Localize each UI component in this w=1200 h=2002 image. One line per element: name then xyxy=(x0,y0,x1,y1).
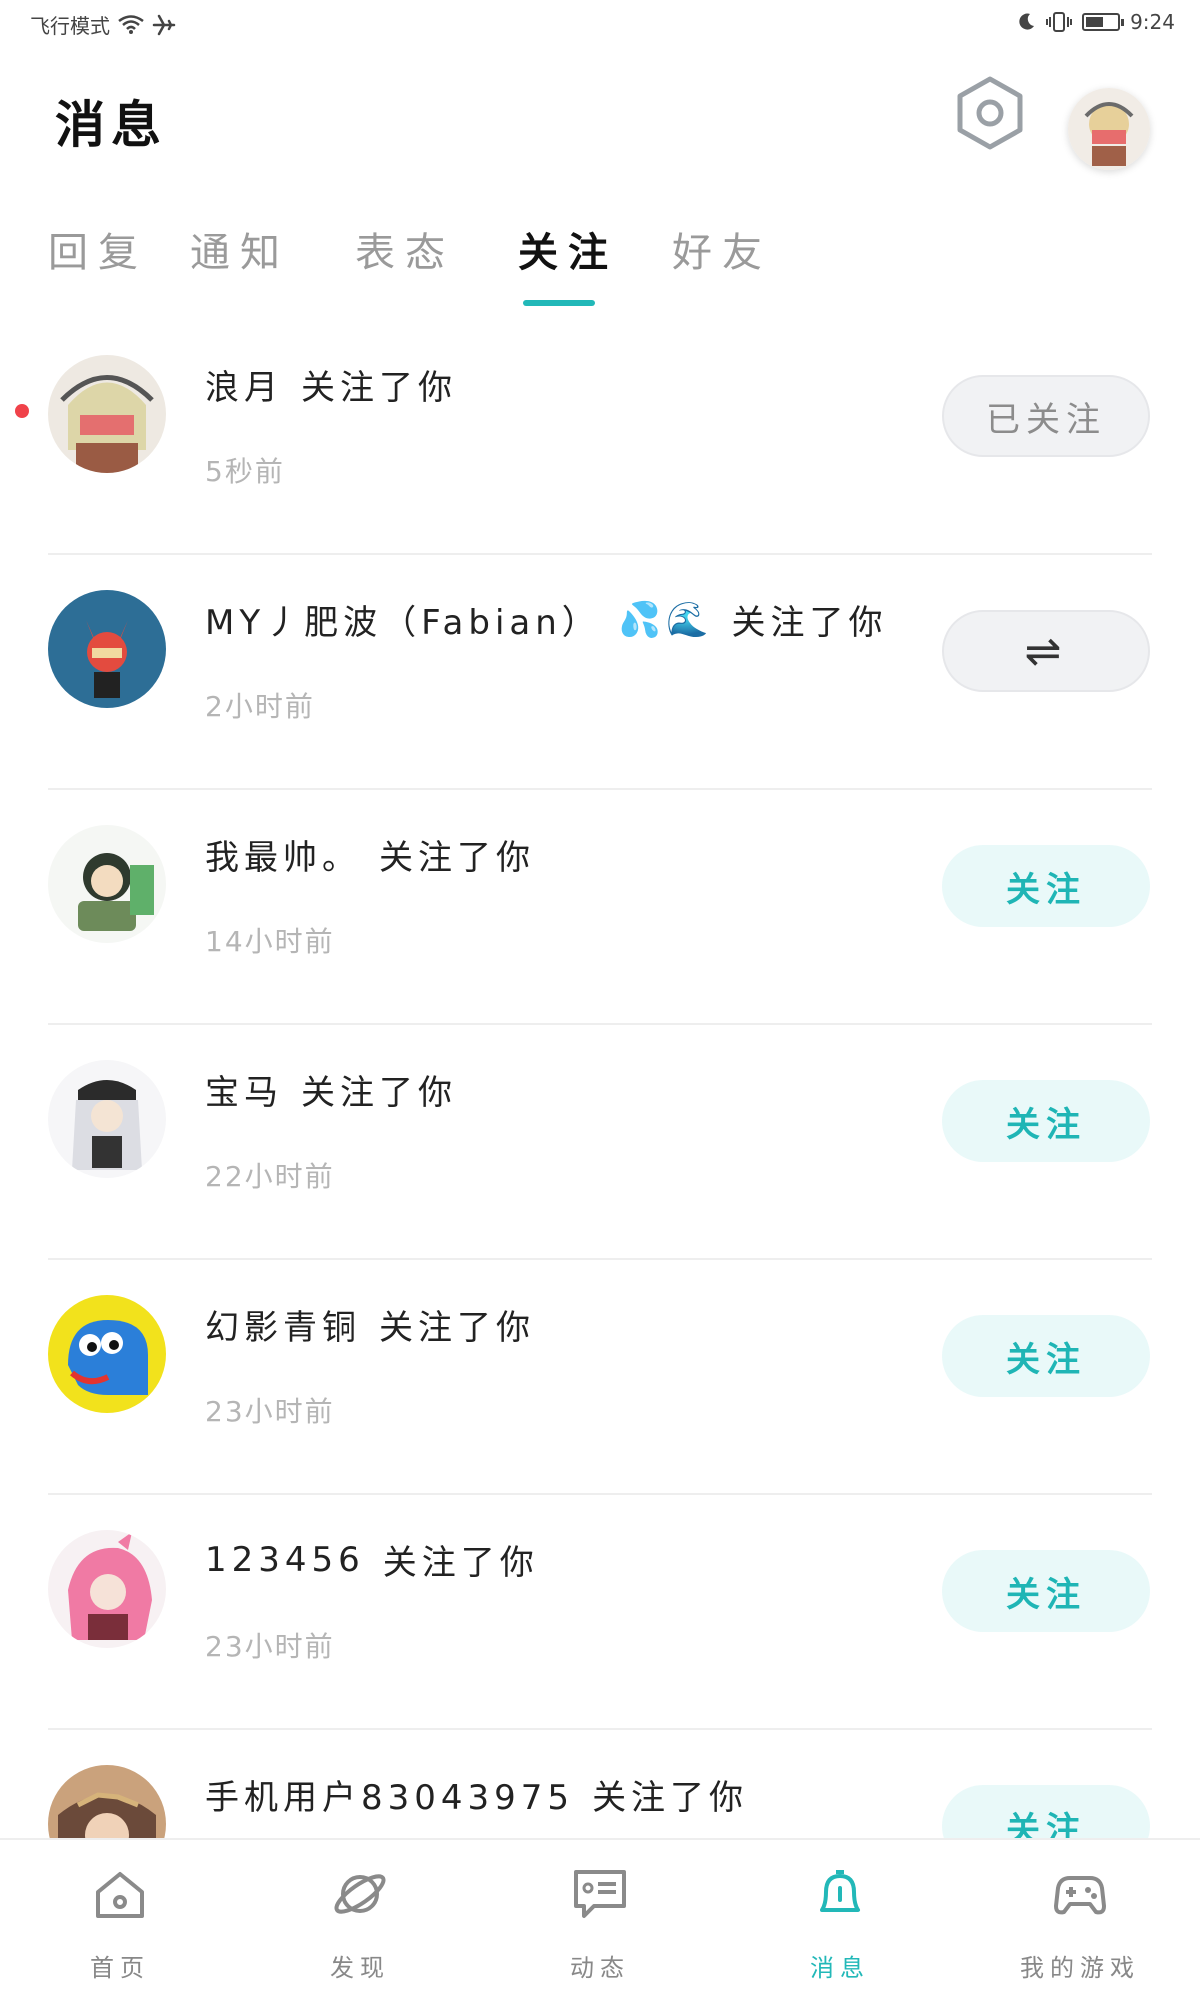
message-tabs: 回复 通知 表态 关注 好友 xyxy=(0,210,1200,310)
avatar[interactable] xyxy=(48,1530,166,1648)
vibrate-icon xyxy=(1046,12,1073,32)
bottom-nav: 首页 发现 动态 消息 我的游戏 xyxy=(0,1838,1200,2002)
follow-button[interactable]: 关注 xyxy=(942,1315,1150,1397)
clock: 9:24 xyxy=(1130,10,1175,34)
nav-my-games-label: 我的游戏 xyxy=(1020,1954,1140,1982)
avatar[interactable] xyxy=(48,1765,166,1838)
action-text: 关注了你 xyxy=(301,1073,457,1113)
avatar[interactable] xyxy=(48,1060,166,1178)
timestamp: 2小时前 xyxy=(205,690,315,723)
follower-name[interactable]: 我最帅。 xyxy=(205,830,361,879)
nav-feed[interactable]: 动态 xyxy=(480,1840,720,2002)
action-text: 关注了你 xyxy=(731,603,888,643)
action-text: 关注了你 xyxy=(379,838,535,878)
wifi-icon xyxy=(118,14,144,34)
list-item[interactable]: MY丿肥波（Fabian） 💦🌊 关注了你 2小时前 ⇌ xyxy=(0,555,1200,790)
settings-hexagon-icon xyxy=(957,76,1023,149)
tab-reactions[interactable]: 表态 xyxy=(355,220,455,278)
name-emoji: 💦🌊 xyxy=(618,599,714,640)
follow-button[interactable]: 关注 xyxy=(942,1550,1150,1632)
action-text: 关注了你 xyxy=(592,1778,749,1818)
follow-button[interactable]: 关注 xyxy=(942,1785,1150,1838)
timestamp: 23小时前 xyxy=(205,1630,335,1663)
list-item[interactable]: 浪月 关注了你 5秒前 已关注 xyxy=(0,320,1200,555)
page-title: 消息 xyxy=(55,96,167,154)
avatar[interactable] xyxy=(48,590,166,708)
nav-messages-label: 消息 xyxy=(810,1954,870,1982)
tab-follows[interactable]: 关注 xyxy=(518,220,618,278)
follower-name[interactable]: 123456 xyxy=(205,1540,365,1580)
user-avatar-image xyxy=(1068,88,1150,170)
list-item[interactable]: 宝马 关注了你 22小时前 关注 xyxy=(0,1025,1200,1260)
settings-button[interactable] xyxy=(950,70,1030,155)
list-item[interactable]: 我最帅。 关注了你 14小时前 关注 xyxy=(0,790,1200,1025)
nav-feed-label: 动态 xyxy=(570,1954,630,1982)
follow-button[interactable]: 关注 xyxy=(942,1080,1150,1162)
follower-name[interactable]: MY丿肥波（Fabian） xyxy=(205,595,601,644)
timestamp: 5秒前 xyxy=(205,455,285,488)
airplane-icon xyxy=(152,14,176,35)
follower-name[interactable]: 宝马 xyxy=(205,1065,283,1114)
carrier-text: 飞行模式 xyxy=(30,14,110,38)
battery-icon xyxy=(1082,13,1125,31)
home-icon xyxy=(96,1872,144,1918)
follow-list: 浪月 关注了你 5秒前 已关注 MY丿肥波（Fabian） 💦🌊 关注了你 2小… xyxy=(0,320,1200,1838)
planet-icon xyxy=(334,1874,386,1914)
tab-reply[interactable]: 回复 xyxy=(48,220,148,278)
nav-discover-label: 发现 xyxy=(330,1954,390,1982)
nav-home[interactable]: 首页 xyxy=(0,1840,240,2002)
followed-button[interactable]: 已关注 xyxy=(942,375,1150,457)
follower-name[interactable]: 手机用户83043975 xyxy=(205,1770,574,1819)
unread-dot xyxy=(15,404,29,418)
tab-friends[interactable]: 好友 xyxy=(672,220,772,278)
mutual-follow-button[interactable]: ⇌ xyxy=(942,610,1150,692)
nav-messages[interactable]: 消息 xyxy=(720,1840,960,2002)
list-item[interactable]: 幻影青铜 关注了你 23小时前 关注 xyxy=(0,1260,1200,1495)
avatar[interactable] xyxy=(48,1295,166,1413)
action-text: 关注了你 xyxy=(379,1308,535,1348)
list-item[interactable]: 手机用户83043975 关注了你 关注 xyxy=(0,1730,1200,1838)
avatar[interactable] xyxy=(48,355,166,473)
bell-icon xyxy=(820,1870,860,1912)
timestamp: 23小时前 xyxy=(205,1395,335,1428)
swap-arrows-icon: ⇌ xyxy=(1024,625,1068,677)
follower-name[interactable]: 浪月 xyxy=(205,360,283,409)
feed-icon xyxy=(574,1870,626,1918)
status-bar: 飞行模式 9:24 xyxy=(0,0,1200,50)
action-text: 关注了你 xyxy=(301,368,457,408)
action-text: 关注了你 xyxy=(382,1543,539,1583)
avatar[interactable] xyxy=(48,825,166,943)
list-item[interactable]: 123456 关注了你 23小时前 关注 xyxy=(0,1495,1200,1730)
follow-button[interactable]: 关注 xyxy=(942,845,1150,927)
user-avatar[interactable] xyxy=(1068,88,1150,170)
active-tab-indicator xyxy=(523,300,595,306)
follower-name[interactable]: 幻影青铜 xyxy=(205,1300,361,1349)
moon-icon xyxy=(1019,13,1035,30)
timestamp: 22小时前 xyxy=(205,1160,335,1193)
nav-home-label: 首页 xyxy=(90,1954,150,1982)
gamepad-icon xyxy=(1054,1876,1106,1915)
tab-notice[interactable]: 通知 xyxy=(190,220,290,278)
timestamp: 14小时前 xyxy=(205,925,335,958)
nav-my-games[interactable]: 我的游戏 xyxy=(960,1840,1200,2002)
nav-discover[interactable]: 发现 xyxy=(240,1840,480,2002)
